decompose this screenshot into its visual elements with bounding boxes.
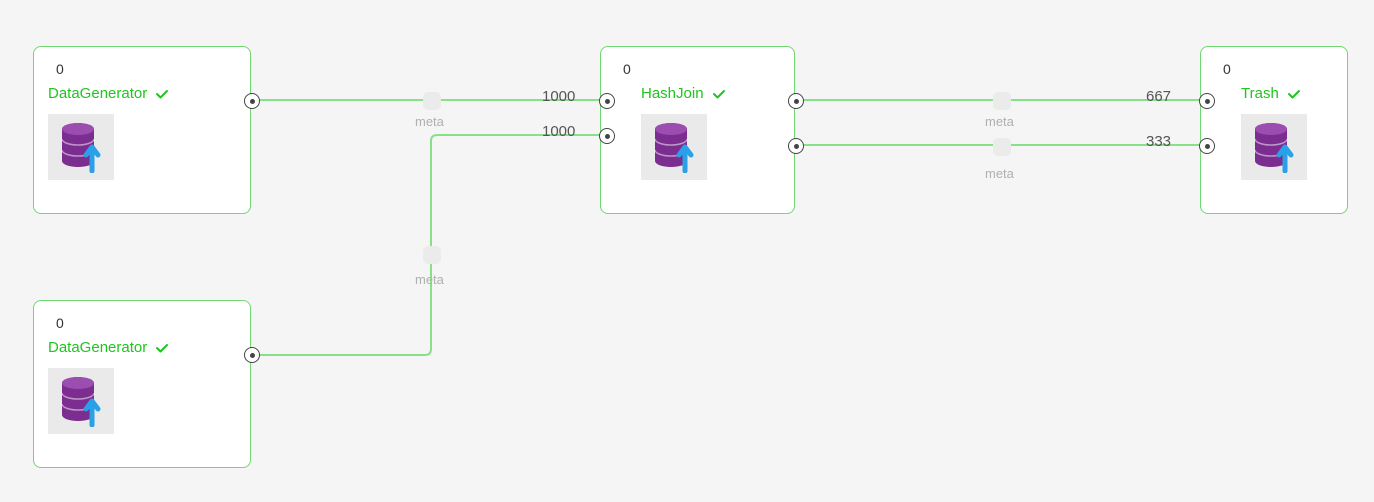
input-port[interactable]: [1199, 138, 1215, 154]
node-badge-text: 0: [1223, 61, 1231, 77]
diagram-canvas[interactable]: meta meta meta meta 1000 1000 667 333 0 …: [0, 0, 1374, 502]
node-badge: 0: [48, 311, 82, 335]
edge-meta-label: meta: [415, 272, 444, 287]
output-port[interactable]: [244, 347, 260, 363]
database-icon: [48, 368, 114, 434]
edge-count: 333: [1146, 133, 1171, 150]
edge-meta-handle[interactable]: [423, 92, 441, 110]
node-badge: 0: [48, 57, 82, 81]
node-badge: 0: [1215, 57, 1249, 81]
node-datagenerator-1[interactable]: 0 DataGenerator: [33, 46, 251, 214]
edge-meta-handle[interactable]: [993, 92, 1011, 110]
output-port[interactable]: [788, 93, 804, 109]
input-port[interactable]: [1199, 93, 1215, 109]
node-badge-text: 0: [56, 315, 64, 331]
node-title: HashJoin: [641, 85, 704, 102]
edge-count: 1000: [542, 123, 575, 140]
check-icon: [155, 341, 169, 355]
output-port[interactable]: [244, 93, 260, 109]
edge-meta-label: meta: [985, 166, 1014, 181]
edge-count: 667: [1146, 88, 1171, 105]
node-title: DataGenerator: [48, 339, 147, 356]
node-trash[interactable]: 0 Trash: [1200, 46, 1348, 214]
node-title: DataGenerator: [48, 85, 147, 102]
input-port[interactable]: [599, 128, 615, 144]
edge-meta-handle[interactable]: [423, 246, 441, 264]
node-title: Trash: [1241, 85, 1279, 102]
edge-meta-label: meta: [985, 114, 1014, 129]
node-badge-text: 0: [56, 61, 64, 77]
check-icon: [1287, 87, 1301, 101]
node-hashjoin[interactable]: 0 HashJoin: [600, 46, 795, 214]
database-icon: [1241, 114, 1307, 180]
database-icon: [641, 114, 707, 180]
edge-meta-label: meta: [415, 114, 444, 129]
input-port[interactable]: [599, 93, 615, 109]
node-badge: 0: [615, 57, 649, 81]
edge-meta-handle[interactable]: [993, 138, 1011, 156]
check-icon: [155, 87, 169, 101]
node-datagenerator-2[interactable]: 0 DataGenerator: [33, 300, 251, 468]
database-icon: [48, 114, 114, 180]
output-port[interactable]: [788, 138, 804, 154]
node-badge-text: 0: [623, 61, 631, 77]
edge-count: 1000: [542, 88, 575, 105]
check-icon: [712, 87, 726, 101]
